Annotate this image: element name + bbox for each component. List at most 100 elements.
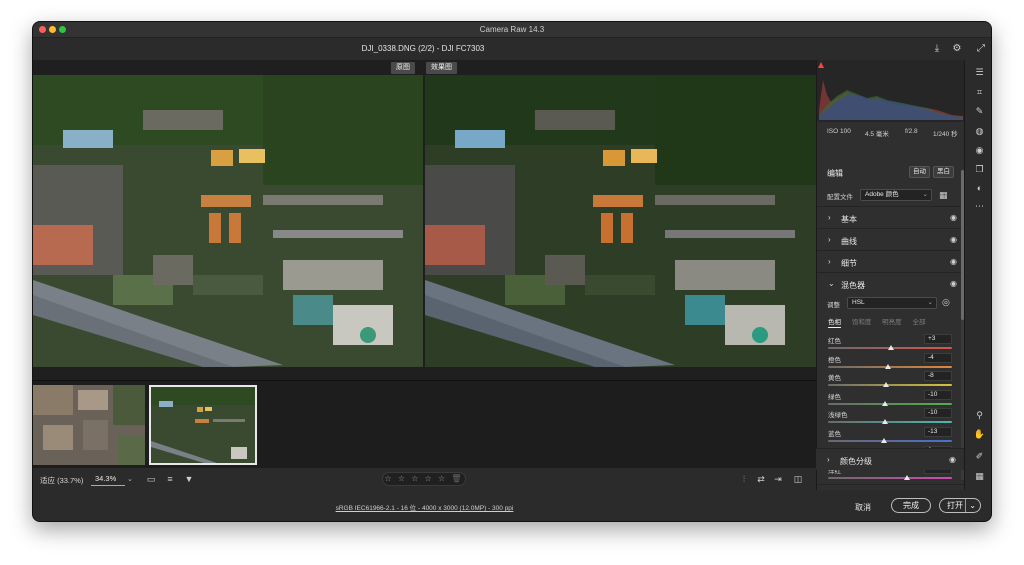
- section-color-grading[interactable]: › 颜色分级 ◉: [816, 448, 964, 470]
- before-label[interactable]: 原图: [391, 62, 415, 74]
- slider-handle[interactable]: [882, 419, 889, 425]
- filmstrip-thumbnail-selected[interactable]: [149, 385, 257, 465]
- target-adjust-icon[interactable]: ◎: [942, 297, 950, 308]
- more-icon[interactable]: ⋯: [973, 200, 986, 213]
- open-button[interactable]: 打开 ⌄: [939, 498, 981, 513]
- adjust-select-value: HSL: [852, 299, 865, 306]
- fullscreen-icon[interactable]: ⤢: [975, 43, 987, 55]
- done-button[interactable]: 完成: [891, 498, 931, 513]
- eye-icon[interactable]: ◉: [950, 213, 957, 222]
- slider-track[interactable]: [828, 384, 952, 387]
- slider-value-field[interactable]: +3: [924, 334, 952, 344]
- slider-value-field[interactable]: -4: [924, 352, 952, 363]
- chevron-right-icon: ›: [828, 213, 831, 222]
- after-image[interactable]: [425, 75, 816, 367]
- mixer-tabs: 色相 饱和度 明亮度 全部: [828, 316, 934, 328]
- trash-icon[interactable]: 🗑: [451, 474, 463, 483]
- snapshot-icon[interactable]: ❐: [973, 163, 986, 176]
- eye-icon[interactable]: ◉: [950, 235, 957, 244]
- adjust-select[interactable]: HSL ⌄: [847, 297, 937, 309]
- slider-label: 蓝色: [828, 431, 841, 438]
- chevron-down-icon[interactable]: ⌄: [127, 475, 133, 483]
- eye-icon[interactable]: ◉: [950, 279, 957, 288]
- tab-saturation[interactable]: 饱和度: [852, 316, 872, 326]
- eye-icon[interactable]: ◉: [949, 455, 956, 464]
- grid-icon[interactable]: ▦: [973, 470, 986, 483]
- filmstrip: [33, 380, 816, 468]
- sort-icon[interactable]: ≡: [164, 473, 176, 485]
- before-after-view-icon[interactable]: ⫶: [738, 473, 750, 485]
- camera-raw-window: Camera Raw 14.3 DJI_0338.DNG (2/2) - DJI…: [32, 21, 992, 522]
- chevron-down-icon: ⌄: [828, 279, 835, 288]
- header-bar: DJI_0338.DNG (2/2) - DJI FC7303 ⤓ ⚙ ⤢: [33, 38, 991, 60]
- slider-track[interactable]: [828, 402, 952, 405]
- star-rating[interactable]: ☆ ☆ ☆ ☆ ☆: [384, 474, 447, 483]
- slider-handle[interactable]: [888, 345, 895, 350]
- exif-focal-length: 4.5 毫米: [865, 131, 889, 138]
- crop-icon[interactable]: ⌗: [973, 86, 986, 99]
- tab-all[interactable]: 全部: [912, 316, 925, 326]
- slider-handle[interactable]: [882, 400, 889, 406]
- slider-handle[interactable]: [883, 382, 890, 388]
- edit-panel: ISO 100 4.5 毫米 f/2.8 1/240 秒 编辑 自动 黑白 配置…: [816, 60, 965, 490]
- copy-settings-icon[interactable]: ⇥: [772, 473, 784, 485]
- chevron-down-icon: ⌄: [927, 299, 933, 306]
- swap-settings-icon[interactable]: ⇄: [755, 473, 767, 485]
- zoom-fit-option[interactable]: 适应 (33.7%): [40, 475, 83, 486]
- slider-handle[interactable]: [885, 363, 892, 369]
- filmstrip-toggle-icon[interactable]: ▭: [145, 473, 157, 485]
- zoom-level-field[interactable]: 34.3%: [91, 472, 125, 486]
- slider-value-field[interactable]: -10: [924, 408, 952, 419]
- black-white-button[interactable]: 黑白: [933, 166, 954, 178]
- mask-icon[interactable]: ◍: [973, 125, 986, 138]
- chevron-down-icon[interactable]: ⌄: [965, 499, 976, 512]
- profile-browser-icon[interactable]: ▦: [939, 190, 948, 201]
- section-label: 细节: [841, 259, 857, 268]
- section-curve[interactable]: › 曲线 ◉: [817, 228, 965, 250]
- sampler-icon[interactable]: ✐: [973, 450, 986, 463]
- chevron-right-icon: ›: [828, 235, 831, 244]
- filmstrip-thumbnail[interactable]: [33, 385, 145, 465]
- histogram: [817, 60, 965, 122]
- slider-track[interactable]: [828, 421, 952, 424]
- slider-value-field[interactable]: -13: [924, 427, 952, 437]
- gear-icon[interactable]: ⚙: [951, 43, 963, 55]
- heal-icon[interactable]: ✎: [973, 105, 986, 118]
- tab-hue[interactable]: 色相: [828, 316, 841, 328]
- eye-icon[interactable]: ◉: [950, 257, 957, 266]
- file-title: DJI_0338.DNG (2/2) - DJI FC7303: [361, 44, 485, 53]
- slider-value-field[interactable]: -10: [924, 389, 952, 400]
- slider-handle[interactable]: [880, 438, 887, 443]
- hand-icon[interactable]: ✋: [973, 428, 986, 441]
- section-color-mixer[interactable]: ⌄ 混色器 ◉: [817, 272, 965, 294]
- slider-track[interactable]: [828, 477, 952, 480]
- toggle-view-icon[interactable]: ◫: [792, 473, 804, 485]
- filter-icon[interactable]: ▼: [183, 473, 195, 485]
- before-image[interactable]: [33, 75, 423, 367]
- rating-stars[interactable]: ☆ ☆ ☆ ☆ ☆ 🗑: [382, 472, 466, 486]
- presets-icon[interactable]: ◐: [973, 182, 986, 195]
- redeye-icon[interactable]: ◉: [973, 144, 986, 157]
- slider-label: 浅绿色: [828, 412, 848, 420]
- auto-button[interactable]: 自动: [909, 166, 930, 178]
- save-icon[interactable]: ⤓: [931, 43, 943, 55]
- section-basic[interactable]: › 基本 ◉: [817, 206, 965, 228]
- profile-select[interactable]: Adobe 颜色 ⌄: [860, 189, 932, 201]
- chevron-right-icon: ›: [827, 455, 830, 464]
- viewer-bottom-bar: 适应 (33.7%) 34.3% ⌄ ▭ ≡ ▼ ☆ ☆ ☆ ☆ ☆ 🗑 ⫶ ⇄…: [33, 468, 816, 490]
- cancel-button[interactable]: 取消: [855, 502, 871, 513]
- workflow-options-link[interactable]: sRGB IEC61966-2.1 - 16 位 - 4000 x 3000 (…: [33, 502, 816, 512]
- after-label[interactable]: 效果图: [426, 62, 457, 74]
- zoom-icon[interactable]: ⚲: [973, 409, 986, 422]
- slider-label: 黄色: [828, 375, 841, 383]
- title-bar: Camera Raw 14.3: [33, 22, 991, 38]
- window-title: Camera Raw 14.3: [479, 25, 545, 34]
- tab-luminance[interactable]: 明亮度: [882, 316, 902, 326]
- edit-icon[interactable]: ☰: [973, 66, 986, 79]
- status-bar: sRGB IEC61966-2.1 - 16 位 - 4000 x 3000 (…: [33, 490, 816, 521]
- slider-value-field[interactable]: -8: [924, 371, 952, 382]
- section-label: 颜色分级: [840, 457, 872, 466]
- section-detail[interactable]: › 细节 ◉: [817, 250, 965, 272]
- slider-track[interactable]: [828, 440, 952, 442]
- slider-handle[interactable]: [904, 475, 911, 481]
